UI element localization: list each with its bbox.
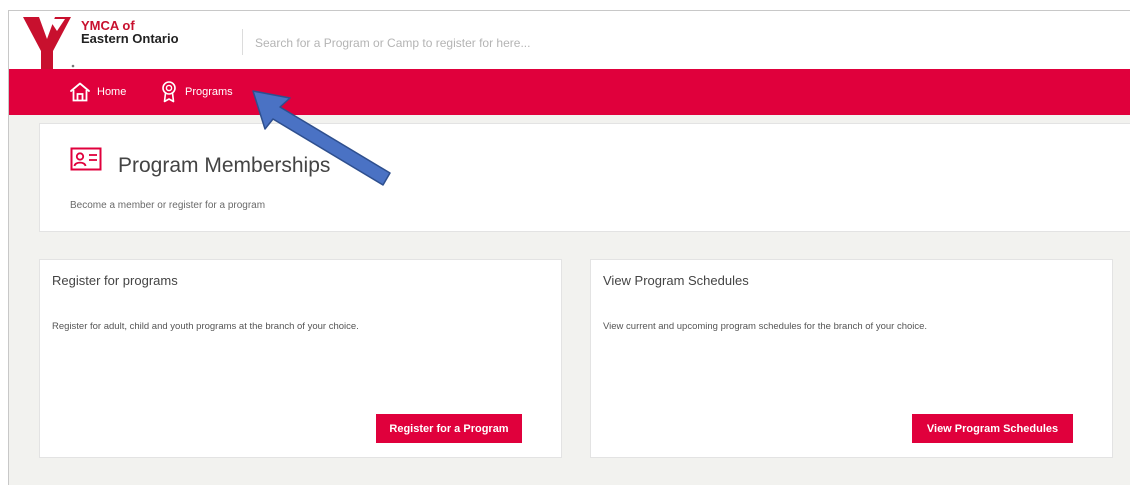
card-title: Register for programs [52, 273, 178, 288]
app-window: YMCA of Eastern Ontario Home Programs [8, 10, 1130, 485]
search-input[interactable] [255, 33, 855, 53]
nav-home[interactable]: Home [69, 69, 126, 115]
card-title: View Program Schedules [603, 273, 749, 288]
register-programs-card: Register for programs Register for adult… [39, 259, 562, 458]
top-header: YMCA of Eastern Ontario [9, 11, 1130, 69]
view-program-schedules-button[interactable]: View Program Schedules [912, 414, 1073, 443]
brand-line-2: Eastern Ontario [81, 31, 179, 46]
page-subtitle: Become a member or register for a progra… [70, 200, 266, 211]
card-description: Register for adult, child and youth prog… [52, 321, 359, 332]
brand-name[interactable]: YMCA of Eastern Ontario [81, 19, 179, 45]
page-header-card: Program Memberships Become a member or r… [39, 123, 1130, 232]
home-icon [70, 82, 90, 102]
nav-home-label: Home [97, 86, 127, 98]
award-icon [162, 81, 176, 103]
search-divider [242, 29, 243, 55]
membership-card-icon [70, 147, 102, 171]
view-schedules-card: View Program Schedules View current and … [590, 259, 1113, 458]
register-for-program-button[interactable]: Register for a Program [376, 414, 522, 443]
nav-programs[interactable]: Programs [161, 69, 233, 115]
card-description: View current and upcoming program schedu… [603, 321, 928, 332]
main-nav: Home Programs [9, 69, 1130, 115]
ymca-logo[interactable] [23, 17, 77, 69]
nav-programs-label: Programs [185, 86, 233, 98]
arrow-annotation [252, 90, 391, 186]
